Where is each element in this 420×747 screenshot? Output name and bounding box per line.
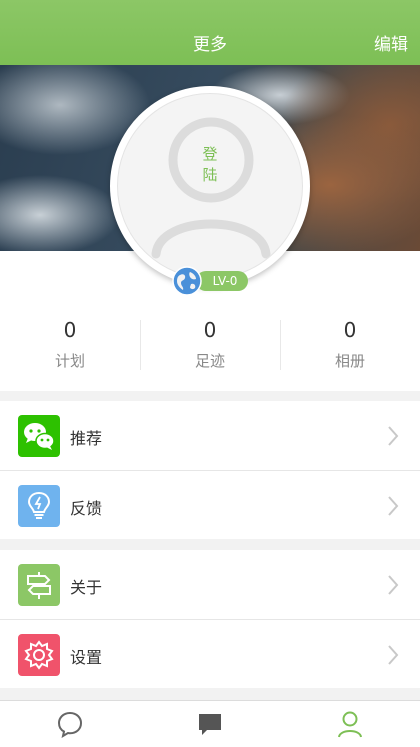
stat-footprints-label: 足迹	[194, 352, 225, 370]
stats-row: 0 计划 0 足迹 0 相册	[0, 312, 420, 380]
chevron-right-icon	[388, 426, 399, 446]
menu-item-settings[interactable]: 设置	[0, 619, 420, 688]
globe-icon	[172, 266, 202, 296]
chevron-right-icon	[388, 496, 399, 516]
tab-messages[interactable]	[0, 701, 140, 747]
top-bar: 更多 编辑	[0, 0, 420, 65]
wechat-icon	[18, 415, 60, 457]
tab-profile[interactable]	[280, 701, 420, 747]
stat-plans-label: 计划	[54, 352, 85, 370]
level-label: LV-0	[196, 271, 248, 291]
menu-item-about[interactable]: 关于	[0, 550, 420, 619]
menu-item-recommend[interactable]: 推荐	[0, 401, 420, 470]
edit-button[interactable]: 编辑	[374, 30, 408, 55]
stat-footprints[interactable]: 0 足迹	[140, 312, 280, 380]
menu-item-about-label: 关于	[70, 578, 103, 597]
tab-discover[interactable]	[140, 701, 280, 747]
menu-group-2: 关于 设置	[0, 550, 420, 688]
login-avatar-button[interactable]: 登 陆	[110, 86, 310, 286]
chevron-right-icon	[388, 645, 399, 665]
chat-bubble-icon	[57, 711, 83, 738]
gear-icon	[18, 634, 60, 676]
avatar-placeholder	[117, 93, 303, 279]
menu-group-1: 推荐 反馈	[0, 401, 420, 539]
stat-albums[interactable]: 0 相册	[280, 312, 420, 380]
chevron-right-icon	[388, 575, 399, 595]
login-label-2: 陆	[202, 166, 218, 184]
stat-plans-count: 0	[63, 318, 77, 342]
message-square-icon	[199, 714, 221, 735]
stat-plans[interactable]: 0 计划	[0, 312, 140, 380]
stat-footprints-count: 0	[203, 318, 217, 342]
user-profile-icon	[338, 711, 362, 738]
stat-albums-label: 相册	[334, 352, 365, 370]
page-title: 更多	[193, 35, 227, 55]
lightbulb-icon	[18, 485, 60, 527]
stat-albums-count: 0	[343, 318, 357, 342]
signpost-icon	[18, 564, 60, 606]
menu-item-settings-label: 设置	[70, 648, 103, 667]
login-label-1: 登	[202, 145, 218, 163]
menu-item-recommend-label: 推荐	[70, 429, 103, 448]
menu-item-feedback[interactable]: 反馈	[0, 470, 420, 539]
bottom-tab-bar	[0, 700, 420, 747]
default-user-icon	[151, 117, 271, 259]
menu-item-feedback-label: 反馈	[70, 499, 103, 518]
